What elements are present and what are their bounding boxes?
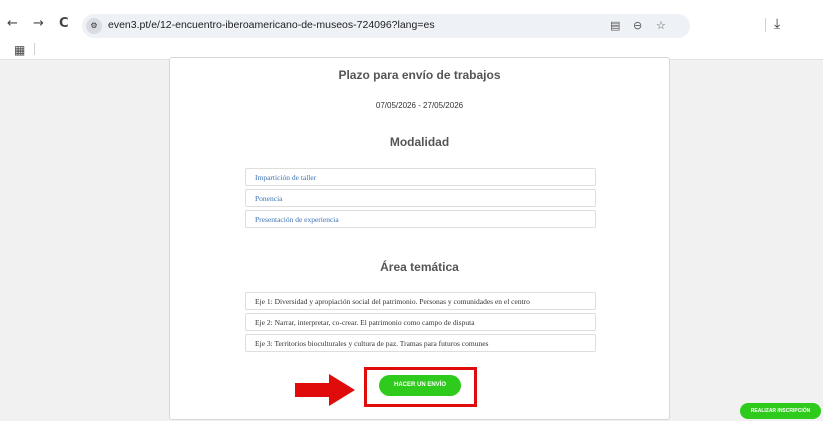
thematic-item-axis-1: Eje 1: Diversidad y apropiación social d… [245,292,596,310]
address-bar[interactable]: ⚙ even3.pt/e/12-encuentro-iberoamericano… [82,14,690,38]
reload-button[interactable]: C [59,17,69,31]
apps-grid-icon[interactable]: ▦ [14,43,25,57]
submit-work-button[interactable]: HACER UN ENVÍO [379,375,461,396]
modality-item-paper[interactable]: Ponencia [245,189,596,207]
modality-item-workshop[interactable]: Impartición de taller [245,168,596,186]
thematic-item-axis-2: Eje 2: Narrar, interpretar, co-crear. El… [245,313,596,331]
zoom-icon[interactable]: ⊖ [633,19,642,33]
download-icon[interactable]: ⤓ [774,17,780,31]
submission-dates: 07/05/2026 - 27/05/2026 [375,101,464,110]
url-text[interactable]: even3.pt/e/12-encuentro-iberoamericano-d… [108,19,435,31]
toolbar-divider [765,18,766,32]
browser-toolbar: ← → C ⚙ even3.pt/e/12-encuentro-iberoame… [0,0,823,40]
modality-item-experience[interactable]: Presentación de experiencia [245,210,596,228]
bookmark-star-icon[interactable]: ☆ [656,19,666,33]
site-info-icon[interactable]: ⚙ [86,18,102,34]
back-button[interactable]: ← [7,17,18,31]
thematic-list: Eje 1: Diversidad y apropiación social d… [245,292,596,355]
submission-deadline-title: Plazo para envío de trabajos [338,68,501,82]
bookmarks-divider [34,43,35,55]
thematic-item-axis-3: Eje 3: Territorios bioculturales y cultu… [245,334,596,352]
translate-icon[interactable]: ▤ [610,19,620,33]
modality-list: Impartición de taller Ponencia Presentac… [245,168,596,231]
forward-button[interactable]: → [33,17,44,31]
thematic-area-title: Área temática [380,260,459,274]
event-info-card: Plazo para envío de trabajos 07/05/2026 … [169,57,670,420]
register-button[interactable]: REALIZAR INSCRIPCIÓN [740,403,821,419]
modality-title: Modalidad [389,135,450,149]
red-arrow-icon [295,374,355,406]
